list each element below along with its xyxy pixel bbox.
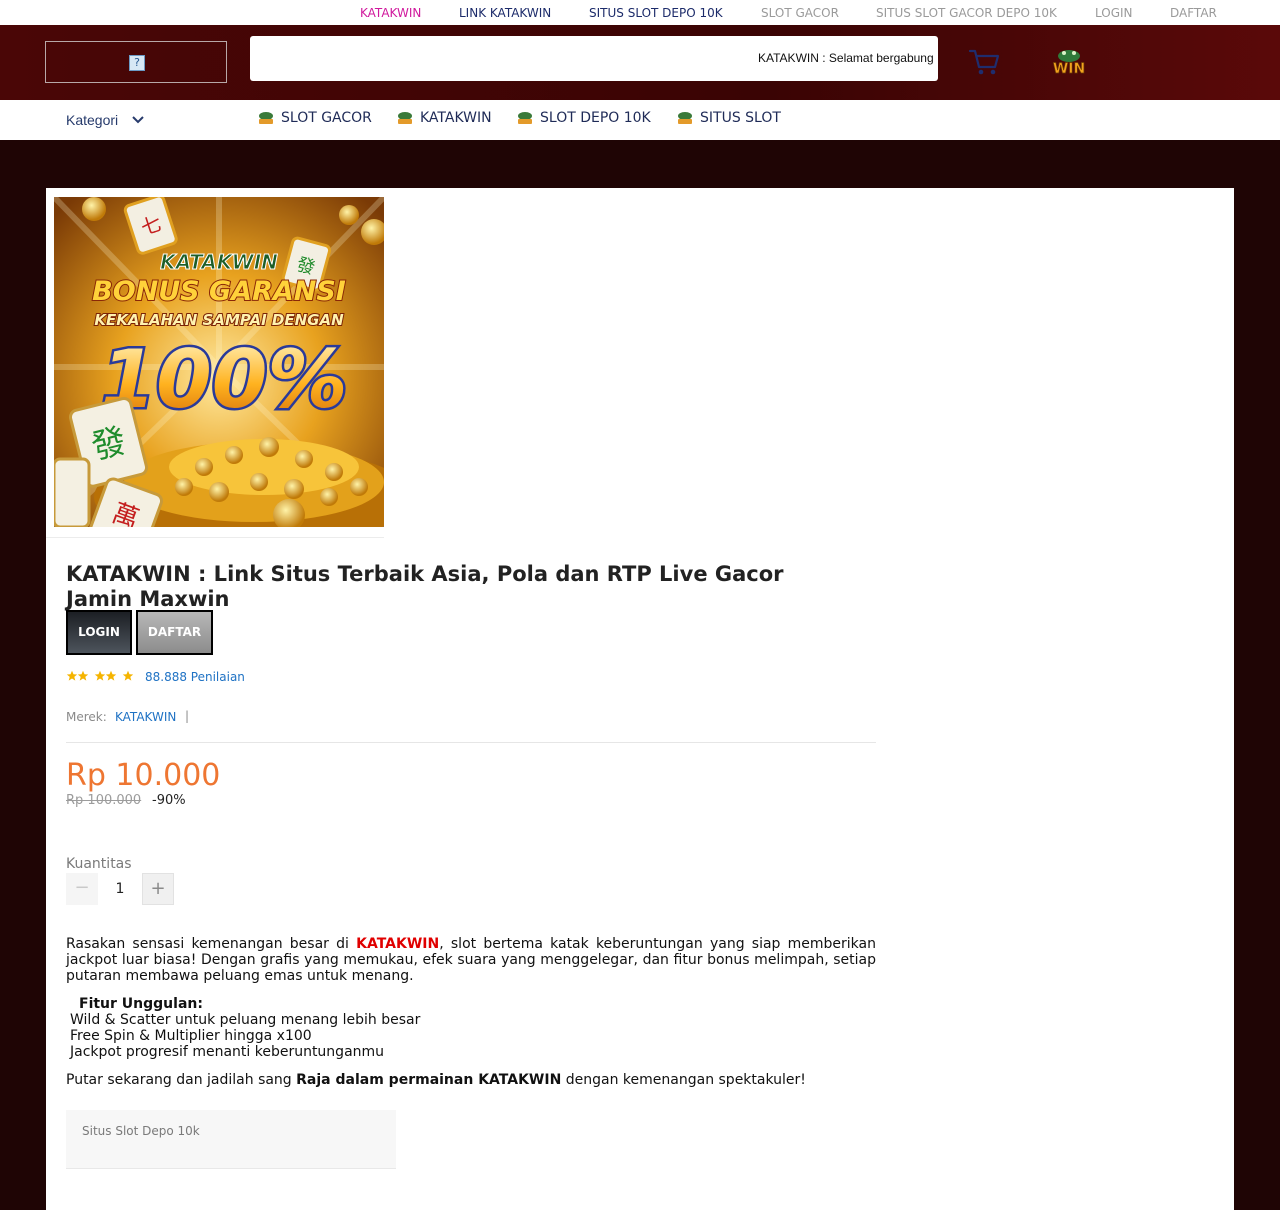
chevron-down-icon[interactable] (131, 115, 145, 125)
feature-item: Jackpot progresif menanti keberuntunganm… (70, 1044, 385, 1060)
top-link-daftar[interactable]: DAFTAR (1170, 6, 1217, 20)
top-link-slot-gacor[interactable]: SLOT GACOR (761, 6, 839, 20)
quantity-decrease-button[interactable]: − (66, 873, 98, 905)
frog-logo-icon (259, 112, 273, 124)
promo-banner-image[interactable]: 七 發 KATAKWIN BONUS GARANSI KEKALAHAN SAM… (54, 197, 384, 527)
review-count-link[interactable]: 88.888 Penilaian (145, 670, 245, 684)
daftar-button[interactable]: DAFTAR (136, 610, 213, 655)
site-logo[interactable]: ? (45, 41, 227, 83)
current-price: Rp 10.000 (66, 758, 221, 793)
product-title: KATAKWIN : Link Situs Terbaik Asia, Pola… (66, 562, 784, 611)
frog-logo-icon (518, 112, 532, 124)
nav-item-label: KATAKWIN (420, 110, 492, 126)
win-logo-text: WIN (1053, 61, 1085, 77)
star-icon (66, 670, 78, 681)
nav-item-situs-slot[interactable]: SITUS SLOT (675, 110, 781, 126)
running-text: KATAKWIN : Selamat bergabung (758, 51, 934, 65)
top-link-login[interactable]: LOGIN (1095, 6, 1133, 20)
divider (66, 742, 876, 743)
top-link-situs-slot-gacor-depo-10k[interactable]: SITUS SLOT GACOR DEPO 10K (876, 6, 1057, 20)
banner-percent: 100% (100, 333, 347, 426)
banner-brand: KATAKWIN (160, 250, 278, 274)
win-logo-icon[interactable]: WIN (1046, 47, 1092, 77)
feature-list: Fitur Unggulan: Wild & Scatter untuk pel… (66, 996, 420, 1060)
top-link-situs-slot-depo-10k[interactable]: SITUS SLOT DEPO 10K (589, 6, 723, 20)
closing-text-part: Putar sekarang dan jadilah sang (66, 1072, 297, 1088)
top-link-katakwin[interactable]: KATAKWIN (360, 6, 421, 20)
nav-item-slot-depo-10k[interactable]: SLOT DEPO 10K (515, 110, 651, 126)
quantity-increase-button[interactable]: + (142, 873, 174, 905)
frog-logo-icon (678, 112, 692, 124)
nav-item-label: SITUS SLOT (700, 110, 781, 126)
brand-separator: | (185, 709, 190, 723)
kategori-dropdown[interactable]: Kategori (66, 112, 118, 128)
product-description: Rasakan sensasi kemenangan besar di KATA… (66, 936, 876, 984)
top-link-link-katakwin[interactable]: LINK KATAKWIN (459, 6, 551, 20)
broken-image-icon: ? (129, 55, 145, 71)
divider (46, 537, 384, 538)
closing-text-bold: Raja dalam permainan KATAKWIN (296, 1072, 562, 1088)
original-price: Rp 100.000 (66, 793, 142, 808)
nav-item-slot-gacor[interactable]: SLOT GACOR (256, 110, 372, 126)
cart-icon[interactable] (968, 47, 1000, 77)
feature-item: Wild & Scatter untuk peluang menang lebi… (70, 1012, 421, 1028)
description-brand: KATAKWIN (356, 936, 440, 952)
rating-stars (66, 670, 134, 681)
frog-logo-icon (398, 112, 412, 124)
tag-box[interactable]: Situs Slot Depo 10k (66, 1110, 396, 1169)
product-card: 七 發 KATAKWIN BONUS GARANSI KEKALAHAN SAM… (46, 188, 1234, 1210)
quantity-label: Kuantitas (66, 856, 132, 872)
quantity-input[interactable]: 1 (98, 873, 142, 905)
feature-heading: Fitur Unggulan: (79, 996, 203, 1012)
nav-item-label: SLOT GACOR (281, 110, 372, 126)
login-button[interactable]: LOGIN (66, 610, 132, 655)
nav-item-label: SLOT DEPO 10K (540, 110, 651, 126)
site-header: ? KATAKWIN : Selamat bergabung WIN (0, 25, 1280, 100)
banner-headline: BONUS GARANSI (92, 276, 346, 307)
search-bar[interactable]: KATAKWIN : Selamat bergabung (250, 36, 938, 81)
banner-subline: KEKALAHAN SAMPAI DENGAN (94, 311, 344, 329)
brand-label: Merek: (66, 710, 107, 724)
discount-badge: -90% (152, 793, 186, 808)
feature-item: Free Spin & Multiplier hingga x100 (70, 1028, 312, 1044)
star-icon (77, 670, 89, 681)
star-icon (105, 670, 117, 681)
closing-text-part: dengan kemenangan spektakuler! (561, 1072, 806, 1088)
top-link-bar: KATAKWIN LINK KATAKWIN SITUS SLOT DEPO 1… (0, 0, 1280, 25)
category-nav: Kategori SLOT GACOR KATAKWIN SLOT DEPO 1… (0, 100, 1280, 140)
nav-item-katakwin[interactable]: KATAKWIN (395, 110, 492, 126)
closing-text: Putar sekarang dan jadilah sang Raja dal… (66, 1072, 806, 1088)
brand-link[interactable]: KATAKWIN (115, 710, 176, 724)
tag-label: Situs Slot Depo 10k (82, 1124, 200, 1138)
star-icon (122, 670, 134, 681)
description-text: Rasakan sensasi kemenangan besar di (66, 936, 357, 952)
star-icon (94, 670, 106, 681)
